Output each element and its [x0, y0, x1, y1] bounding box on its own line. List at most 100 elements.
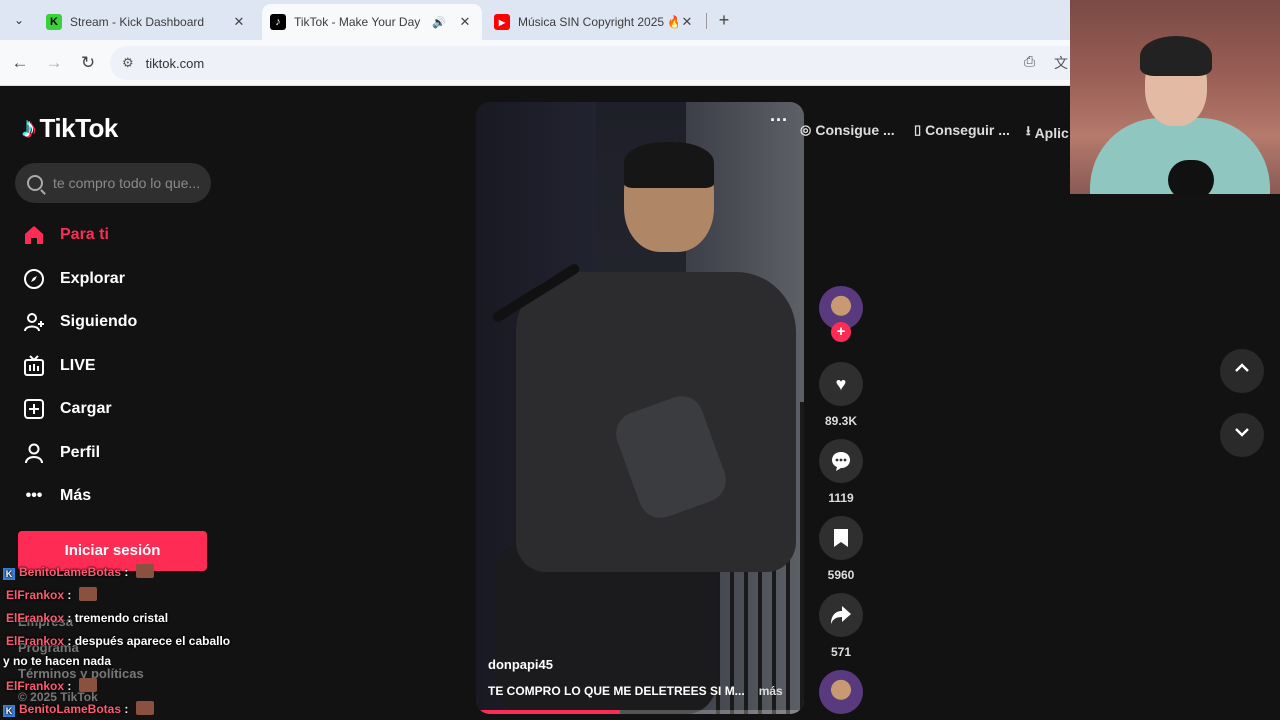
close-tab-icon[interactable]: ✕: [456, 14, 474, 30]
video-description: TE COMPRO LO QUE ME DELETREES SI M... má…: [488, 684, 788, 698]
video-more-link[interactable]: más: [759, 684, 783, 698]
nav-para-ti[interactable]: Para ti: [22, 223, 109, 247]
chat-message: K BenitoLameBotas :: [3, 564, 154, 580]
desktop-app-button[interactable]: ⭳ Aplic: [1026, 122, 1069, 144]
heart-icon[interactable]: ♥: [819, 362, 863, 406]
tab-tiktok[interactable]: ♪ TikTok - Make Your Day 🔊 ✕: [262, 4, 482, 40]
chat-text: tremendo cristal: [74, 611, 169, 625]
tab-kick-dashboard[interactable]: K Stream - Kick Dashboard ✕: [38, 4, 256, 40]
chevron-down-icon: [1235, 428, 1249, 437]
tab-bar: ⌄ K Stream - Kick Dashboard ✕ ♪ TikTok -…: [0, 0, 1070, 40]
stream-chat-overlay: K BenitoLameBotas : ElFrankox : ElFrankox…: [0, 562, 260, 720]
nav-explorar[interactable]: Explorar: [22, 267, 125, 291]
search-icon: [27, 175, 43, 191]
logo-text: TikTok: [39, 112, 119, 143]
webcam-person-hair: [1140, 36, 1212, 76]
emote-icon: [78, 587, 97, 601]
share-icon[interactable]: [819, 593, 863, 637]
emote-icon: [135, 701, 154, 715]
download-icon: ⭳: [1026, 123, 1031, 138]
nav-live[interactable]: LIVE: [22, 354, 96, 378]
chat-message: ElFrankox :: [6, 587, 97, 602]
more-icon: •••: [25, 487, 43, 504]
get-coins-button[interactable]: ◎ Consigue ...: [800, 122, 895, 138]
close-tab-icon[interactable]: ✕: [678, 14, 696, 30]
get-app-label: Conseguir ...: [925, 122, 1010, 138]
like-action[interactable]: ♥ 89.3K: [819, 362, 863, 428]
home-icon: [22, 223, 46, 247]
chat-username: ElFrankox: [6, 588, 65, 602]
chat-username: ElFrankox: [6, 611, 65, 625]
follow-plus-icon[interactable]: +: [831, 322, 851, 342]
tab-youtube-music[interactable]: ▶ Música SIN Copyright 2025 🔥 ✕: [486, 4, 704, 40]
nav-label: Cargar: [60, 400, 112, 417]
video-description-text: TE COMPRO LO QUE ME DELETREES SI M...: [488, 684, 745, 698]
back-arrow-icon[interactable]: ←: [8, 51, 32, 75]
save-action[interactable]: 5960: [819, 516, 863, 582]
tab-search-chevron-icon[interactable]: ⌄: [8, 9, 30, 31]
webcam-overlay: [1070, 0, 1280, 194]
chat-username: BenitoLameBotas: [19, 702, 122, 716]
previous-video-button[interactable]: [1220, 349, 1264, 393]
kick-badge-icon: K: [3, 705, 15, 717]
new-tab-button[interactable]: +: [712, 8, 736, 32]
sound-disc-avatar[interactable]: [819, 670, 863, 714]
get-app-button[interactable]: ▯ Conseguir ...: [914, 122, 1010, 138]
chat-message: ElFrankox : después aparece el caballo: [6, 634, 231, 648]
tab-title: Stream - Kick Dashboard: [70, 15, 205, 29]
chat-text: después aparece el caballo: [74, 634, 231, 648]
tiktok-favicon-icon: ♪: [270, 14, 286, 30]
following-icon: [22, 310, 46, 334]
comment-action[interactable]: 1119: [819, 439, 863, 505]
video-player[interactable]: ··· donpapi45 TE COMPRO LO QUE ME DELETR…: [476, 102, 804, 714]
tiktok-note-icon: ♪: [22, 112, 36, 143]
upload-icon: [22, 397, 46, 421]
nav-perfil[interactable]: Perfil: [22, 441, 100, 465]
reload-icon[interactable]: ↻: [76, 51, 100, 75]
speaker-icon[interactable]: 🔊: [432, 16, 446, 29]
browser-toolbar: ← → ↻ ⚙ tiktok.com ⎙ 文: [0, 40, 1070, 86]
chat-message: ElFrankox : tremendo cristal: [6, 611, 169, 625]
forward-arrow-icon[interactable]: →: [42, 51, 66, 75]
tab-title: Música SIN Copyright 2025 🔥: [518, 15, 678, 29]
chat-text: y no te hacen nada: [3, 654, 112, 668]
nav-siguiendo[interactable]: Siguiendo: [22, 310, 137, 334]
search-input[interactable]: te compro todo lo que...: [15, 163, 211, 203]
video-person-hair: [624, 142, 714, 188]
chat-message: K BenitoLameBotas :: [3, 701, 154, 717]
video-author[interactable]: donpapi45: [488, 657, 553, 672]
address-bar[interactable]: ⚙ tiktok.com: [110, 46, 1070, 80]
comment-icon[interactable]: [819, 439, 863, 483]
live-icon: [22, 354, 46, 378]
share-count: 571: [830, 645, 852, 659]
url-text: tiktok.com: [145, 55, 205, 71]
avatar[interactable]: +: [819, 286, 863, 342]
nav-mas[interactable]: ••• Más: [22, 484, 92, 508]
install-app-icon[interactable]: ⎙: [1024, 53, 1035, 70]
sound-avatar[interactable]: [819, 670, 863, 714]
translate-icon[interactable]: 文: [1054, 53, 1068, 73]
nav-label: Para ti: [60, 226, 109, 243]
share-action[interactable]: 571: [819, 593, 863, 659]
like-count: 89.3K: [824, 414, 858, 428]
phone-icon: ▯: [914, 122, 922, 137]
nav-label: LIVE: [60, 357, 96, 374]
emote-icon: [78, 678, 97, 692]
video-progress-bar[interactable]: [476, 710, 804, 714]
tiktok-logo[interactable]: ♪ TikTok: [22, 112, 118, 144]
nav-label: Perfil: [60, 444, 101, 461]
compass-icon: [22, 267, 46, 291]
author-avatar[interactable]: +: [819, 286, 863, 342]
site-info-icon[interactable]: ⚙: [122, 55, 134, 71]
next-video-button[interactable]: [1220, 413, 1264, 457]
bookmark-icon[interactable]: [819, 516, 863, 560]
nav-cargar[interactable]: Cargar: [22, 397, 112, 421]
video-more-options-icon[interactable]: ···: [770, 110, 788, 131]
close-tab-icon[interactable]: ✕: [230, 14, 248, 30]
desktop-app-label: Aplic: [1034, 125, 1069, 141]
chat-username: ElFrankox: [6, 634, 65, 648]
emote-icon: [135, 564, 154, 578]
youtube-favicon-icon: ▶: [494, 14, 510, 30]
webcam-microphone: [1168, 160, 1214, 194]
search-placeholder: te compro todo lo que...: [53, 175, 201, 191]
